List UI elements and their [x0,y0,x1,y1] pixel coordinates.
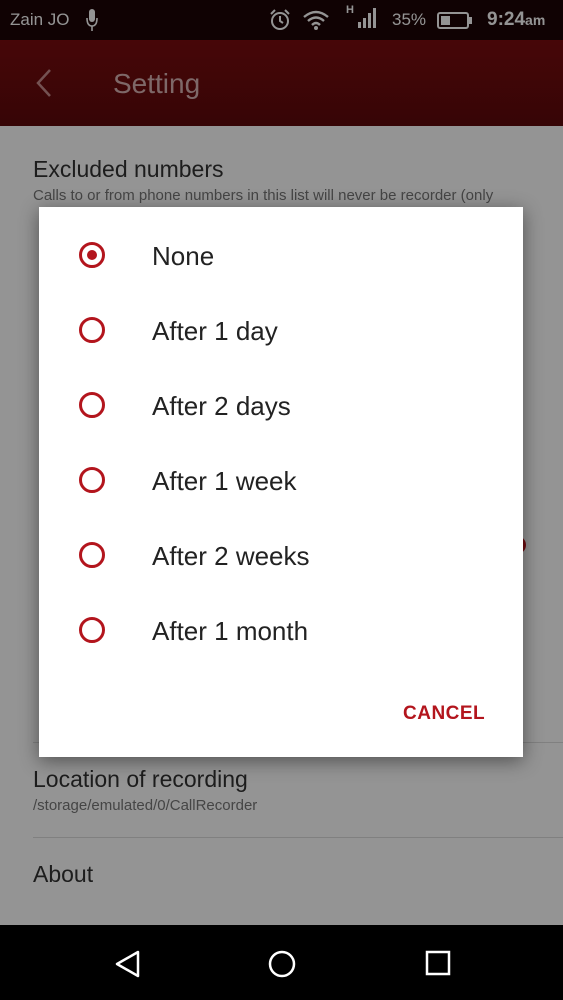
radio-checked-icon[interactable] [79,242,105,268]
recents-square-icon[interactable] [424,949,452,977]
home-circle-icon[interactable] [267,949,297,979]
option-after-1-month[interactable]: After 1 month [39,596,523,671]
option-label: After 1 day [152,316,278,346]
cancel-button[interactable]: CANCEL [403,703,485,725]
option-label: After 2 weeks [152,541,310,571]
option-label: None [152,241,215,271]
radio-unchecked-icon[interactable] [79,392,105,418]
option-after-2-days[interactable]: After 2 days [39,371,523,446]
option-label: After 1 month [152,616,309,646]
option-after-2-weeks[interactable]: After 2 weeks [39,521,523,596]
option-none[interactable]: None [39,221,523,296]
auto-delete-dialog: None After 1 day After 2 days After 1 we… [39,207,523,757]
radio-unchecked-icon[interactable] [79,317,105,343]
option-label: After 1 week [152,466,297,496]
option-label: After 2 days [152,391,291,421]
option-after-1-day[interactable]: After 1 day [39,296,523,371]
option-after-1-week[interactable]: After 1 week [39,446,523,521]
back-triangle-icon[interactable] [113,949,143,979]
radio-unchecked-icon[interactable] [79,617,105,643]
radio-unchecked-icon[interactable] [79,542,105,568]
navigation-bar [0,925,563,1000]
radio-unchecked-icon[interactable] [79,467,105,493]
